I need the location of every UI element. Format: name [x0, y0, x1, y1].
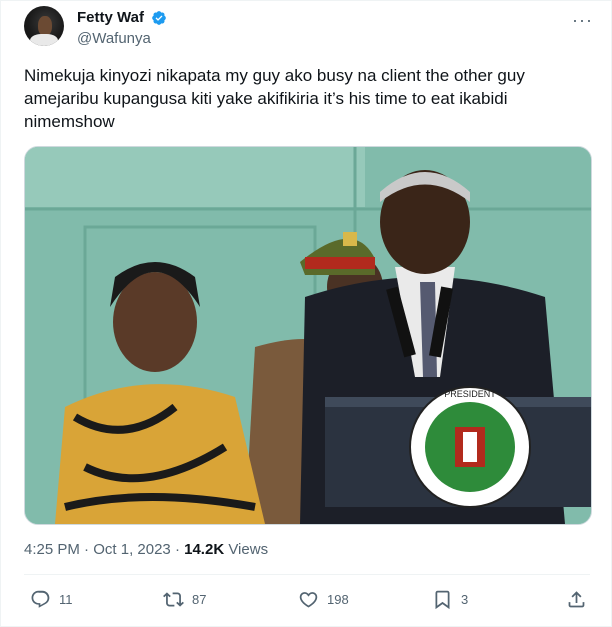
views-label: Views — [228, 541, 269, 558]
verified-badge-icon — [152, 11, 166, 25]
podium: PRESIDENT — [325, 386, 591, 508]
reply-button[interactable]: 11 — [30, 582, 73, 616]
action-bar: 11 87 198 3 — [0, 582, 612, 616]
author-handle[interactable]: @Wafunya — [77, 30, 151, 47]
repost-count: 87 — [192, 591, 207, 607]
avatar-shirt — [30, 34, 58, 46]
author-name[interactable]: Fetty Waf — [77, 9, 144, 26]
seal-text: PRESIDENT — [444, 389, 496, 399]
repost-button[interactable]: 87 — [163, 582, 206, 616]
heart-icon — [299, 591, 318, 608]
avatar-face — [38, 16, 52, 36]
tweet-text: Nimekuja kinyozi nikapata my guy ako bus… — [24, 66, 525, 131]
share-icon — [568, 590, 585, 607]
tweet-time[interactable]: 4:25 PM — [24, 541, 80, 558]
bookmark-icon — [435, 590, 450, 609]
share-button[interactable] — [566, 582, 587, 616]
tweet-meta: 4:25 PM · Oct 1, 2023 · 14.2K Views — [24, 541, 269, 558]
repost-icon — [163, 591, 184, 607]
reply-icon — [31, 590, 50, 608]
more-options-icon[interactable]: ··· — [572, 10, 593, 31]
like-count: 198 — [327, 591, 349, 607]
bookmark-count: 3 — [461, 591, 469, 607]
tweet-date[interactable]: Oct 1, 2023 — [93, 541, 171, 558]
avatar[interactable] — [24, 6, 64, 46]
divider-top — [24, 574, 590, 575]
reply-count: 11 — [59, 591, 73, 607]
views-count: 14.2K — [184, 541, 225, 558]
bookmark-button[interactable]: 3 — [432, 582, 468, 616]
tweet-photo[interactable]: PRESIDENT — [24, 146, 592, 525]
like-button[interactable]: 198 — [298, 582, 349, 616]
